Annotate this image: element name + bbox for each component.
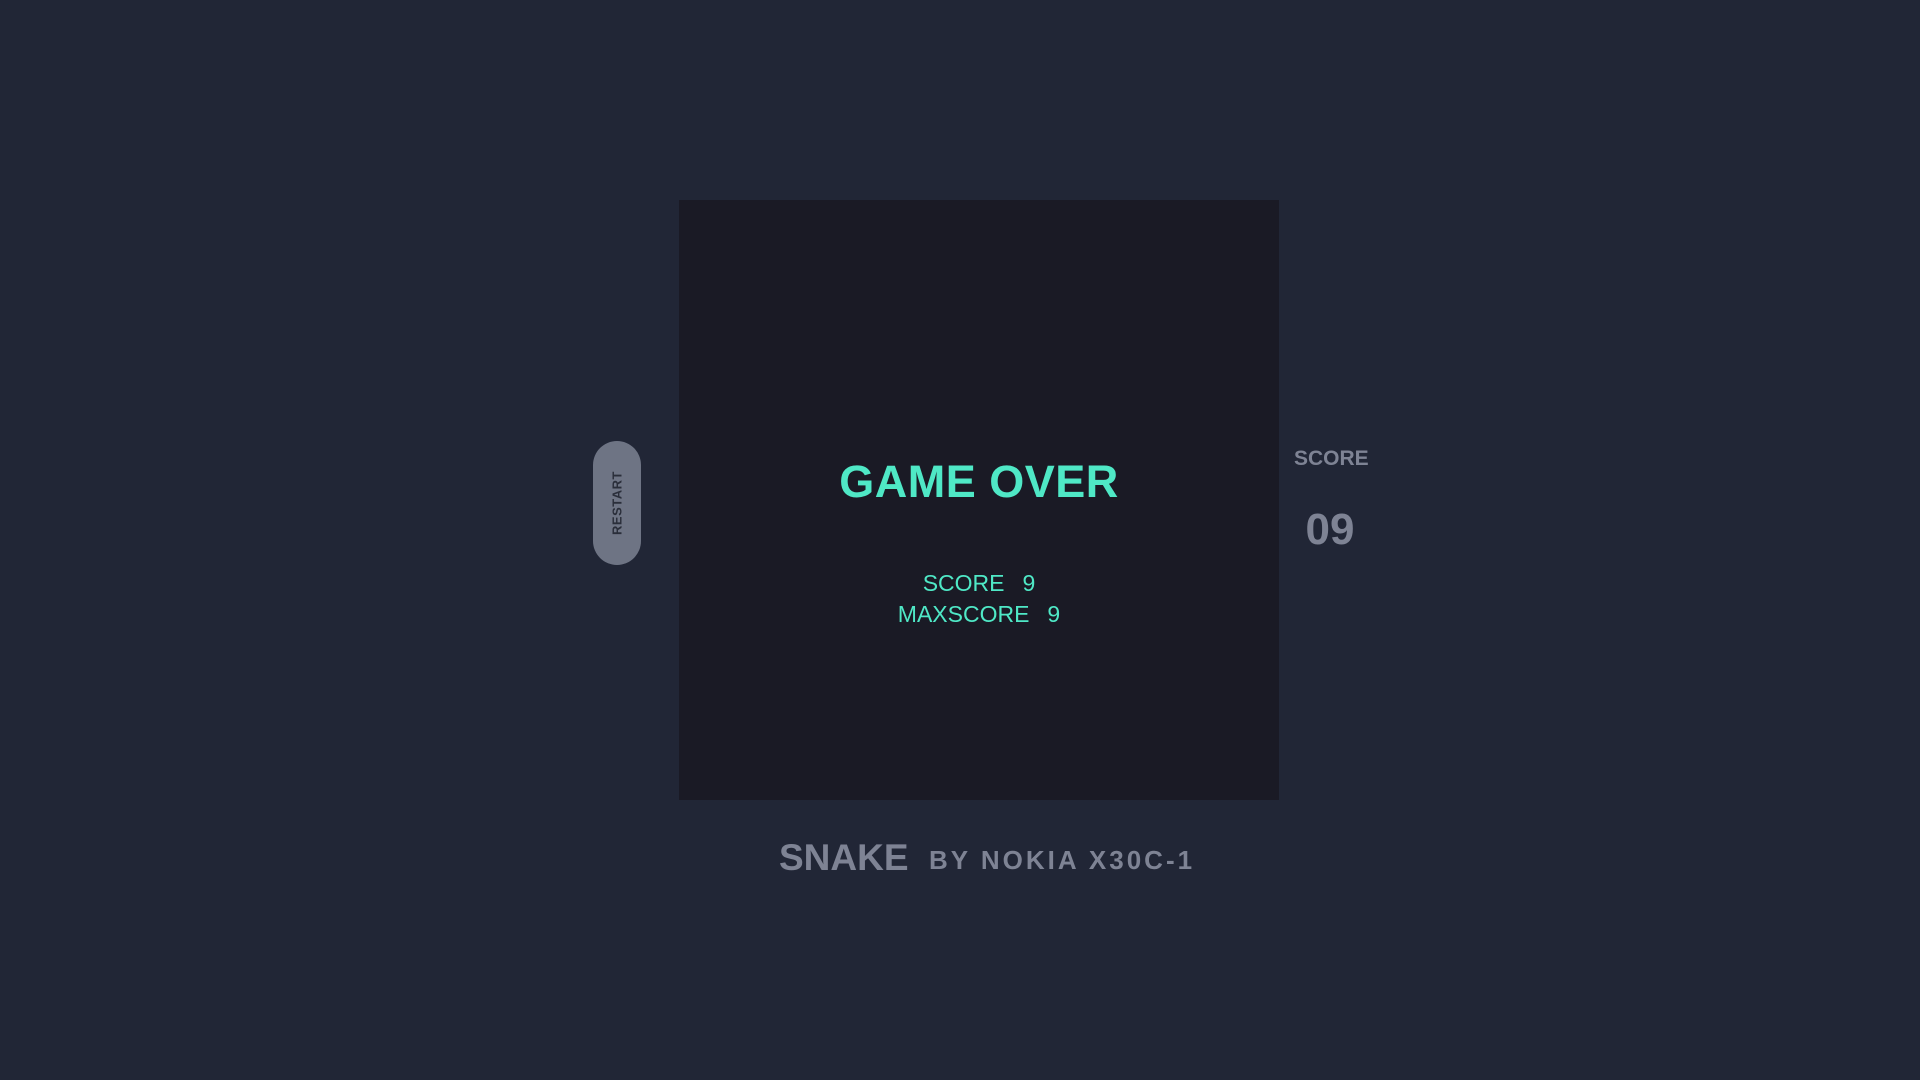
game-screen: RESTART GAME OVER SCORE 9 MAXSCORE 9 SCORE… — [0, 0, 1920, 1080]
game-over-text: GAME OVER — [839, 456, 1119, 507]
max-score-row: MAXSCORE 9 — [679, 599, 1279, 630]
final-score-row: SCORE 9 — [679, 568, 1279, 599]
max-score-label: MAXSCORE — [897, 601, 1030, 627]
score-label: SCORE — [1294, 447, 1369, 470]
restart-button-label: RESTART — [609, 471, 625, 535]
game-title: SNAKE — [779, 837, 909, 878]
final-score-label: SCORE — [922, 570, 1005, 596]
restart-button[interactable]: RESTART — [593, 441, 641, 565]
max-score-value: 9 — [1047, 601, 1061, 627]
final-score-value: 9 — [1022, 570, 1036, 596]
game-board[interactable]: GAME OVER SCORE 9 MAXSCORE 9 — [679, 200, 1279, 800]
game-byline: BY NOKIA X30C-1 — [929, 845, 1196, 875]
final-stats: SCORE 9 MAXSCORE 9 — [679, 568, 1279, 630]
score-value: 09 — [1305, 505, 1355, 554]
